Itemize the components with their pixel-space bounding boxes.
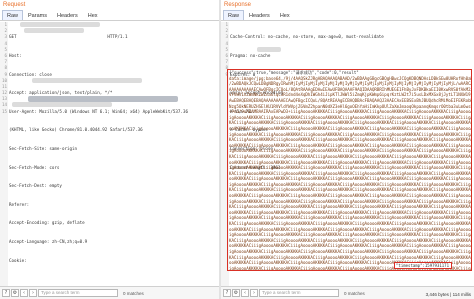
- request-search-input[interactable]: Type a search term: [38, 289, 118, 297]
- request-line: Sec-Fetch-Dest: empty: [9, 183, 62, 189]
- redacted-referer: [32, 78, 142, 83]
- next-icon[interactable]: ›: [250, 289, 258, 297]
- request-tab-raw[interactable]: Raw: [2, 10, 24, 20]
- redacted-path: [20, 22, 100, 27]
- base64-line: ooAKKKKACiiigAooooAKKKKACiiigAooooAKKKKA…: [229, 125, 471, 131]
- base64-line: igAooooAKKKKACiiigAooooAKKKKACiiigAooooA…: [229, 165, 471, 171]
- request-line: Connection: close: [9, 71, 52, 77]
- base64-line: AwEBAQEBAQEBAQAAAAAAAAECAwQFBgcICQoL/8QA…: [229, 97, 471, 103]
- base64-line: igAooooAKKKKACiiigAooooAKKKKACiiigAooooA…: [229, 249, 471, 254]
- base64-line: ooAKKKKACiiigAooooAKKKKACiiigAooooAKKKKA…: [229, 193, 471, 199]
- base64-line: +Pn6/9oADAMBAAIRAxEAPwD3+iiigAooooAKKKKA…: [229, 109, 471, 115]
- timestamp-highlight: "timestamp":1597931171: [394, 262, 452, 269]
- request-editor[interactable]: 1 2 3 4 5 6 7 8 9 10 11 12 13 14 15 GET HTTP/1.1 Host:…: [0, 22, 219, 286]
- response-tab-hex[interactable]: Hex: [275, 10, 295, 20]
- response-tab-raw[interactable]: Raw: [223, 10, 245, 20]
- base64-line: igAooooAKKKKACiiigAooooAKKKKACiiigAooooA…: [229, 232, 471, 238]
- response-status: 3,446 bytes | 114 millis: [425, 292, 471, 297]
- request-tab-params[interactable]: Params: [23, 10, 52, 20]
- response-tabs: Raw Headers Hex: [221, 10, 474, 21]
- response-tab-headers[interactable]: Headers: [244, 10, 275, 20]
- response-body-highlight: {"success":true,"message":"请求成功","code":…: [227, 69, 472, 271]
- response-match-count: 0 matches: [344, 290, 365, 296]
- request-line: [9, 276, 217, 282]
- base64-line: /2wBDAQkJCQwLDBgNDRgyIRwhMjIyMjIyMjIyMjI…: [229, 81, 471, 87]
- next-icon[interactable]: ›: [29, 289, 37, 297]
- request-line: Cookie:: [9, 257, 27, 263]
- response-panel: Response Raw Headers Hex 123456789 Cache…: [221, 0, 474, 299]
- request-tab-headers[interactable]: Headers: [52, 10, 83, 20]
- request-panel: Request Raw Params Headers Hex 123456789…: [0, 0, 219, 299]
- previous-icon[interactable]: ‹: [20, 289, 28, 297]
- request-tab-hex[interactable]: Hex: [83, 10, 103, 20]
- request-line: Accept-Encoding: gzip, deflate: [9, 220, 85, 226]
- response-search-input[interactable]: Type a search term: [259, 289, 339, 297]
- request-title: Request: [3, 2, 26, 8]
- request-line: (KHTML, like Gecko) Chrome/81.0.4044.92 …: [9, 127, 143, 133]
- settings-icon[interactable]: ⚙: [232, 289, 240, 297]
- request-line: Sec-Fetch-Mode: cors: [9, 164, 60, 170]
- redacted-xvia: [257, 47, 281, 52]
- help-icon[interactable]: ?: [223, 289, 231, 297]
- help-icon[interactable]: ?: [2, 289, 10, 297]
- request-line-numbers: 1 2 3 4 5 6 7 8 9 10 11 12 13 14 15: [0, 22, 8, 286]
- request-line: Host:: [9, 53, 22, 58]
- base64-line: KACiiigAooooAKKKKACiiigAooooAKKKKACiiigA…: [229, 153, 471, 159]
- request-tabs: Raw Params Headers Hex: [0, 10, 219, 21]
- redacted-host: [24, 28, 84, 33]
- response-line: Pragma: no-cache: [230, 53, 271, 58]
- base64-image-data: data:image/jpg;base64,/9j/4AAQSkZJRgABAQ…: [228, 76, 471, 270]
- request-match-count: 0 matches: [123, 290, 144, 296]
- settings-icon[interactable]: ⚙: [11, 289, 19, 297]
- request-line: Accept-Language: zh-CN,zh;q=0.9: [9, 238, 88, 244]
- request-code: GET HTTP/1.1 Host: Connection: close Acc…: [9, 22, 217, 286]
- previous-icon[interactable]: ‹: [241, 289, 249, 297]
- request-line: User-Agent: Mozilla/5.0 (Windows NT 6.1;…: [9, 108, 188, 114]
- response-editor[interactable]: 123456789 Cache-Control: no-cache, no-st…: [221, 22, 474, 286]
- request-search-bar: ? ⚙ ‹ › Type a search term 0 matches: [0, 286, 219, 299]
- base64-line: KACiiigAooooAKKKKACiiigAooooAKKKKACiiigA…: [229, 221, 471, 227]
- request-line: GET HTTP/1.1: [9, 34, 128, 40]
- redacted-cookie-2: [12, 102, 112, 107]
- response-line: Cache-Control: no-cache, no-store, max-a…: [230, 34, 384, 40]
- response-title: Response: [224, 2, 252, 8]
- request-line: Referer:: [9, 201, 30, 207]
- base64-line: KACiiigAooooAKKKKACiiigAooooAKKKKACiiigA…: [229, 137, 471, 143]
- request-line: Sec-Fetch-Site: same-origin: [9, 145, 78, 151]
